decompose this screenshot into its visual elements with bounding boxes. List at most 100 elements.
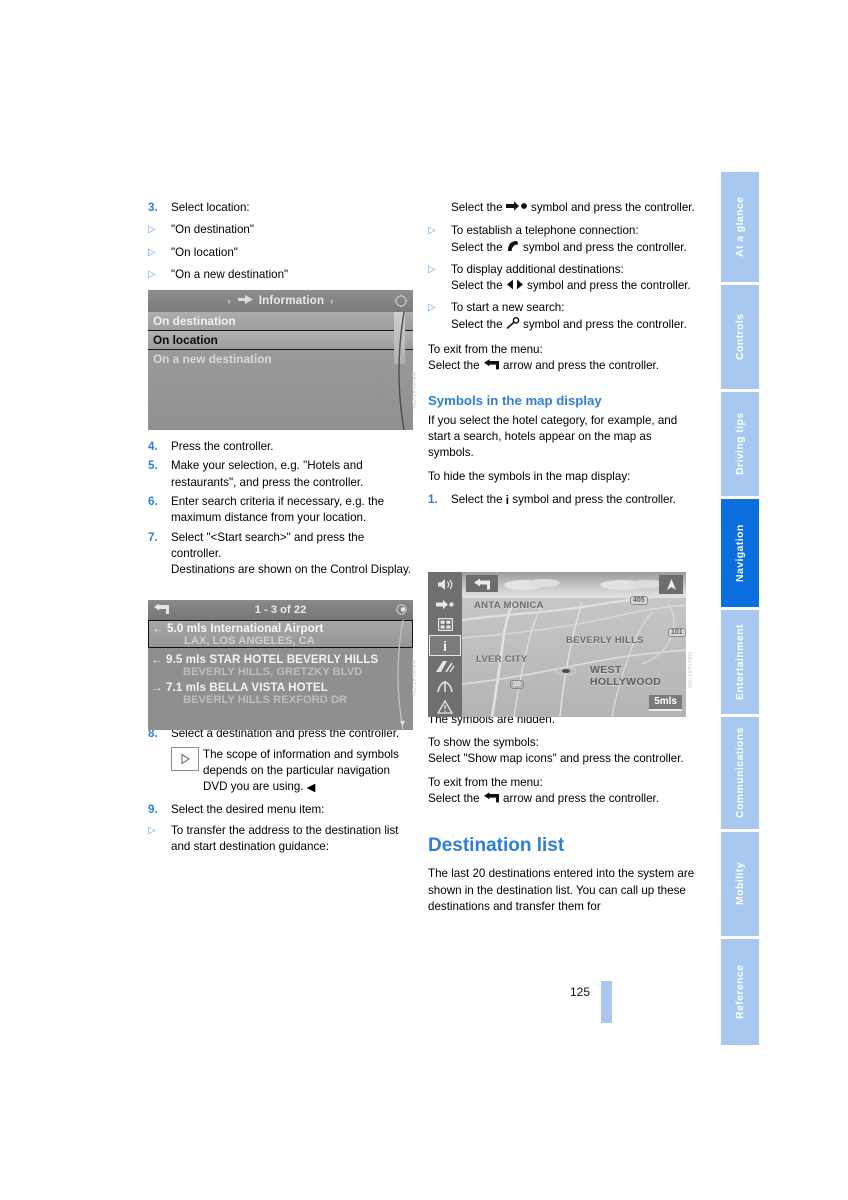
bullet-line-2-prefix: Select the — [451, 240, 503, 254]
destination-distance: 5.0 mls — [167, 622, 208, 635]
intersection-icon[interactable] — [430, 677, 460, 696]
destination-row[interactable]: → 7.1 mls BELLA VISTA HOTEL BEVERLY HILL… — [148, 680, 413, 706]
step-3-option-2: ▷ "On location" — [148, 245, 416, 261]
map-label: BEVERLY HILLS — [566, 635, 644, 646]
highway-icon[interactable] — [430, 657, 460, 676]
triangle-bullet-icon: ▷ — [148, 224, 156, 236]
destination-name: STAR HOTEL BEVERLY HILLS — [209, 653, 379, 666]
bullet-line-1: To establish a telephone connection: — [451, 224, 639, 238]
page-number: 125 — [570, 985, 591, 999]
step-7: 7. Select "<Start search>" and press the… — [148, 530, 416, 579]
index-tabs: At a glance Controls Driving tips Naviga… — [721, 172, 759, 1048]
step-7-line-1: Select "<Start search>" and press the co… — [171, 530, 365, 560]
tab-controls[interactable]: Controls — [721, 285, 759, 390]
step-9: 9. Select the desired menu item: — [148, 802, 416, 818]
map-canvas[interactable]: ANTA MONICA BEVERLY HILLS LVER CITY WEST… — [462, 572, 686, 717]
triangle-bullet-icon: ▷ — [428, 302, 436, 314]
tab-label: At a glance — [734, 196, 746, 258]
tab-at-a-glance[interactable]: At a glance — [721, 172, 759, 283]
show-symbols-block: To show the symbols: Select "Show map ic… — [428, 735, 696, 768]
bullet-new-search: ▷ To start a new search: Select the symb… — [428, 300, 696, 333]
scroll-down-icon[interactable]: ▼ — [398, 718, 407, 728]
map-label: WEST HOLLYWOOD — [590, 664, 662, 688]
map-back-button[interactable] — [466, 575, 498, 592]
screenshot-map-display: ANTA MONICA BEVERLY HILLS LVER CITY WEST… — [428, 572, 686, 717]
tab-label: Driving tips — [734, 412, 746, 476]
step-3-option-1: ▷ "On destination" — [148, 222, 416, 238]
tab-reference[interactable]: Reference — [721, 939, 759, 1046]
tab-label: Controls — [734, 313, 746, 361]
scroll-curve-icon — [397, 620, 404, 730]
volume-icon[interactable] — [430, 575, 460, 594]
step-5: 5. Make your selection, e.g. "Hotels and… — [148, 458, 416, 491]
destination-address: LAX, LOS ANGELES, CA — [184, 635, 315, 647]
exit-menu-block-2: To exit from the menu: Select the arrow … — [428, 775, 696, 808]
step-text: Select "<Start search>" and press the co… — [171, 530, 416, 579]
destination-distance: 7.1 mls — [166, 681, 207, 694]
left-right-arrows-icon — [506, 279, 524, 290]
back-arrow-icon — [483, 359, 500, 370]
option-label: "On destination" — [171, 223, 254, 237]
warning-icon[interactable] — [430, 697, 460, 716]
symbols-paragraph-2: To hide the symbols in the map display: — [428, 469, 631, 483]
bullet-line-2-prefix: Select the — [451, 279, 503, 293]
step-6: 6. Enter search criteria if necessary, e… — [148, 494, 416, 527]
map-scale-indicator: 5mls — [649, 695, 682, 711]
exit-prefix: Select the — [428, 791, 480, 805]
step-3: 3. Select location: — [148, 200, 416, 216]
step-3-option-3: ▷ "On a new destination" — [148, 267, 416, 283]
step-9-option-1: ▷ To transfer the address to the destina… — [148, 823, 416, 856]
exit-suffix: arrow and press the controller. — [503, 791, 659, 805]
screenshot-titlebar: ‹ Information › — [148, 290, 413, 312]
split-screen-icon[interactable] — [430, 615, 460, 634]
destination-line-1: ← 9.5 mls STAR HOTEL BEVERLY HILLS — [151, 653, 413, 666]
manual-page: 3. Select location: ▷ "On destination" ▷… — [0, 0, 848, 1200]
step-number: 9. — [148, 802, 158, 816]
bullet-line-2-suffix: symbol and press the controller. — [523, 317, 687, 331]
symbols-paragraph-4: To show the symbols: — [428, 736, 539, 750]
step-text: Press the controller. — [171, 440, 274, 454]
tab-navigation[interactable]: Navigation — [721, 499, 759, 608]
figure-caption: NAVIGATION — [410, 660, 416, 697]
prev-arrow-icon: ‹ — [227, 296, 231, 306]
menu-row[interactable]: On destination — [148, 312, 413, 330]
figure-caption: NAVIGATION — [410, 372, 416, 409]
map-north-arrow-button[interactable] — [659, 575, 683, 594]
direction-arrow-icon: ← — [152, 622, 164, 635]
destination-address: BEVERLY HILLS REXFORD DR — [183, 694, 348, 706]
step-text: Enter search criteria if necessary, e.g.… — [171, 495, 385, 525]
exit-line-1: To exit from the menu: — [428, 343, 543, 357]
screenshot-information-menu: ‹ Information › On destination On locati… — [148, 290, 413, 430]
destination-row[interactable]: ← 9.5 mls STAR HOTEL BEVERLY HILLS BEVER… — [148, 652, 413, 678]
destination-name: International Airport — [210, 622, 324, 635]
menu-row[interactable]: On a new destination — [148, 350, 413, 368]
destination-address: BEVERLY HILLS, GRETZKY BLVD — [183, 666, 363, 678]
menu-row-selected[interactable]: On location — [148, 330, 413, 350]
controller-icon — [395, 603, 408, 619]
key-search-icon — [506, 316, 520, 329]
note-end-marker-icon: ◀ — [306, 781, 316, 795]
map-label: LVER CITY — [476, 654, 528, 665]
destination-row-selected[interactable]: ← 5.0 mls International Airport LAX, LOS… — [148, 620, 413, 648]
arrow-dot-symbol-icon — [505, 201, 528, 212]
step-text: Make your selection, e.g. "Hotels and re… — [171, 459, 364, 489]
page-marker-bar — [601, 981, 612, 1023]
step-4: 4. Press the controller. — [148, 439, 416, 455]
note-body-text: The scope of information and symbols dep… — [203, 747, 399, 794]
tab-driving-tips[interactable]: Driving tips — [721, 392, 759, 497]
tab-communications[interactable]: Communications — [721, 717, 759, 830]
destination-name: BELLA VISTA HOTEL — [209, 681, 328, 694]
exit-menu-paragraph: To exit from the menu: Select the arrow … — [428, 342, 696, 375]
controller-icon — [394, 294, 408, 311]
step-number: 7. — [148, 530, 158, 544]
step-text: Select the desired menu item: — [171, 802, 325, 816]
route-icon[interactable] — [430, 595, 460, 614]
tab-entertainment[interactable]: Entertainment — [721, 610, 759, 715]
tab-mobility[interactable]: Mobility — [721, 832, 759, 937]
phone-handset-icon — [506, 240, 520, 252]
info-icon[interactable]: i — [429, 635, 461, 656]
screenshot-title: 1 - 3 of 22 — [254, 604, 307, 616]
info-i-icon: i — [505, 493, 510, 507]
direction-arrow-icon: → — [151, 681, 163, 694]
triangle-bullet-icon: ▷ — [428, 263, 436, 275]
